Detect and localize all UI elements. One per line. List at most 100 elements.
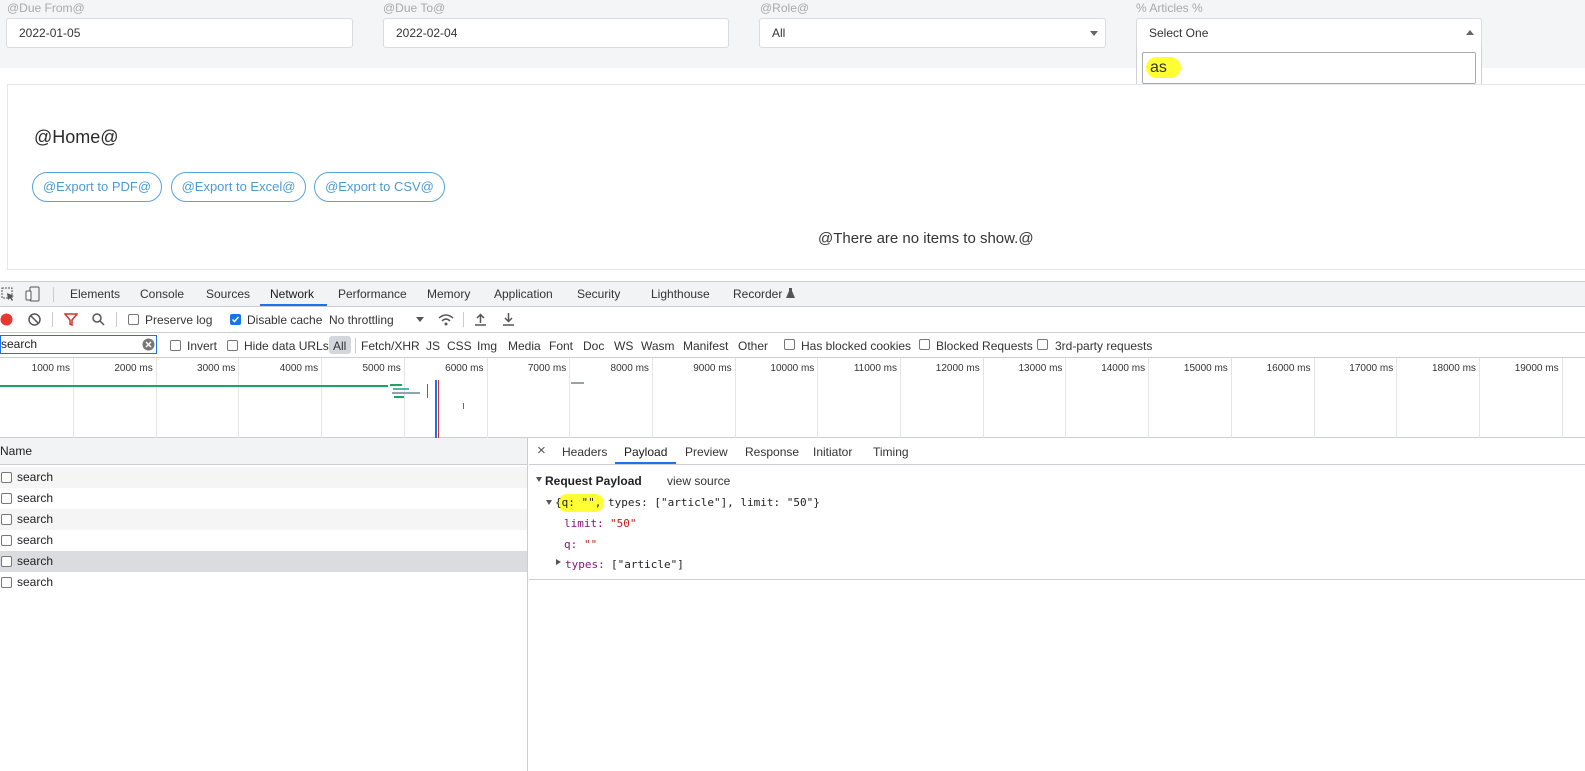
dom-content-loaded-line: [435, 380, 437, 438]
type-all[interactable]: All: [333, 339, 346, 353]
divider: [355, 338, 356, 353]
table-row[interactable]: search: [0, 530, 527, 551]
triangle-down-icon[interactable]: [546, 500, 552, 505]
type-doc[interactable]: Doc: [583, 339, 604, 353]
tab-preview[interactable]: Preview: [685, 445, 728, 459]
due-to-input[interactable]: 2022-02-04: [383, 18, 729, 48]
preserve-log-checkbox[interactable]: [128, 314, 139, 325]
tab-recorder[interactable]: Recorder: [733, 287, 782, 301]
tab-network[interactable]: Network: [270, 287, 314, 301]
tab-initiator[interactable]: Initiator: [813, 445, 852, 459]
table-row[interactable]: search: [0, 509, 527, 530]
row-checkbox[interactable]: [1, 514, 12, 525]
tab-memory[interactable]: Memory: [427, 287, 470, 301]
clear-filter-icon[interactable]: [142, 338, 155, 351]
type-manifest[interactable]: Manifest: [683, 339, 728, 353]
has-blocked-cookies-checkbox[interactable]: [784, 339, 795, 350]
third-party-label: 3rd-party requests: [1055, 339, 1153, 353]
row-checkbox[interactable]: [1, 535, 12, 546]
timeline-gridline: [1148, 358, 1150, 438]
articles-search-input[interactable]: as: [1142, 52, 1476, 84]
request-name: search: [17, 533, 54, 547]
role-select[interactable]: All: [759, 18, 1106, 48]
inspect-element-icon[interactable]: [1, 287, 16, 302]
type-ws[interactable]: WS: [614, 339, 633, 353]
tab-console[interactable]: Console: [140, 287, 184, 301]
empty-message: @There are no items to show.@: [818, 230, 1034, 247]
payload-section-title[interactable]: Request Payload: [545, 474, 642, 488]
row-checkbox[interactable]: [1, 556, 12, 567]
tab-payload[interactable]: Payload: [624, 445, 667, 459]
timeline-tick-label: 10000 ms: [770, 363, 815, 374]
network-overview-timeline[interactable]: 1000 ms 2000 ms 3000 ms 4000 ms 5000 ms 6000 …: [0, 358, 1585, 438]
tab-security[interactable]: Security: [577, 287, 620, 301]
name-column-header[interactable]: Name: [0, 438, 527, 465]
type-media[interactable]: Media: [508, 339, 541, 353]
tab-timing[interactable]: Timing: [873, 445, 909, 459]
hide-data-urls-checkbox[interactable]: [227, 340, 238, 351]
device-toolbar-icon[interactable]: [25, 286, 41, 302]
row-checkbox[interactable]: [1, 577, 12, 588]
timeline-tick-label: 18000 ms: [1431, 363, 1476, 374]
table-row[interactable]: search: [0, 467, 527, 488]
tab-headers[interactable]: Headers: [562, 445, 607, 459]
payload-limit-value: "50": [610, 517, 637, 530]
timeline-gridline: [73, 358, 74, 438]
invert-checkbox[interactable]: [170, 340, 181, 351]
timeline-gridline: [734, 358, 736, 438]
blocked-requests-checkbox[interactable]: [919, 339, 930, 350]
search-icon[interactable]: [92, 313, 105, 326]
filter-icon[interactable]: [64, 313, 78, 326]
close-icon[interactable]: ×: [537, 442, 546, 459]
type-js[interactable]: JS: [426, 339, 440, 353]
tab-performance[interactable]: Performance: [338, 287, 407, 301]
articles-label: % Articles %: [1136, 1, 1203, 15]
export-csv-button[interactable]: @Export to CSV@: [314, 172, 445, 202]
divider: [53, 287, 54, 302]
page-title: @Home@: [34, 127, 119, 147]
table-row[interactable]: search: [0, 488, 527, 509]
table-row-selected[interactable]: search: [0, 551, 527, 572]
filter-input[interactable]: search: [0, 335, 157, 354]
network-toolbar: Preserve log Disable cache No throttling: [0, 307, 1585, 333]
timeline-gridline: [486, 358, 488, 438]
type-img[interactable]: Img: [477, 339, 497, 353]
home-card: @Home@ @Export to PDF@ @Export to Excel@…: [7, 84, 1585, 270]
chevron-down-icon[interactable]: [416, 317, 424, 322]
network-filter-bar: search Invert Hide data URLs All Fetch/X…: [0, 333, 1585, 358]
export-excel-button[interactable]: @Export to Excel@: [171, 172, 306, 202]
triangle-down-icon[interactable]: [536, 477, 542, 482]
articles-select[interactable]: Select One: [1136, 18, 1482, 48]
timeline-tick-label: 14000 ms: [1101, 363, 1146, 374]
view-source-link[interactable]: view source: [667, 474, 730, 488]
payload-summary[interactable]: {q: "", types: ["article"], limit: "50"}: [555, 496, 820, 509]
timeline-bar: [0, 385, 388, 387]
type-wasm[interactable]: Wasm: [641, 339, 675, 353]
type-font[interactable]: Font: [549, 339, 573, 353]
timeline-tick-label: 15000 ms: [1183, 363, 1228, 374]
clear-icon[interactable]: [28, 313, 41, 326]
type-fetch-xhr[interactable]: Fetch/XHR: [361, 339, 420, 353]
export-pdf-button[interactable]: @Export to PDF@: [32, 172, 162, 202]
throttling-select[interactable]: No throttling: [329, 313, 394, 327]
row-checkbox[interactable]: [1, 493, 12, 504]
disable-cache-checkbox[interactable]: [230, 314, 241, 325]
tab-elements[interactable]: Elements: [70, 287, 120, 301]
tab-application[interactable]: Application: [494, 287, 553, 301]
tab-sources[interactable]: Sources: [206, 287, 250, 301]
type-other[interactable]: Other: [738, 339, 768, 353]
record-icon[interactable]: [0, 313, 13, 326]
export-har-icon[interactable]: [502, 312, 515, 326]
third-party-checkbox[interactable]: [1037, 339, 1048, 350]
tab-response[interactable]: Response: [745, 445, 799, 459]
payload-types-key[interactable]: types:: [565, 558, 605, 571]
triangle-right-icon[interactable]: [556, 559, 561, 565]
import-har-icon[interactable]: [474, 312, 487, 326]
due-from-input[interactable]: 2022-01-05: [6, 18, 353, 48]
tab-lighthouse[interactable]: Lighthouse: [651, 287, 710, 301]
timeline-gridline: [155, 358, 157, 438]
type-css[interactable]: CSS: [447, 339, 472, 353]
network-conditions-icon[interactable]: [437, 312, 455, 327]
table-row[interactable]: search: [0, 572, 527, 593]
row-checkbox[interactable]: [1, 472, 12, 483]
